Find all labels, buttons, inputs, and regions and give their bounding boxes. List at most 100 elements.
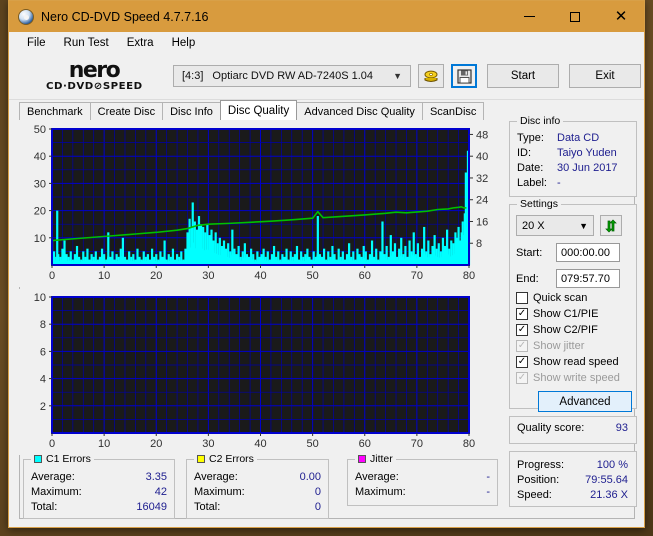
settings-group: Settings 20 X ▼ Start: 000:00.00 End: 07… [509,198,637,412]
speed-row-status: Speed: 21.36 X [510,488,636,503]
refresh-arrows-icon [605,219,617,232]
show-jitter-label: Show jitter [533,340,585,352]
eject-disc-icon [424,70,438,82]
save-button[interactable] [451,64,477,88]
menu-item-extra[interactable]: Extra [118,35,163,51]
minimize-button[interactable] [506,1,552,32]
show-c2-pif-checkbox[interactable]: ✓ Show C2/PIF [516,324,630,336]
c2-errors-group: C2 Errors Average: 0.00 Maximum: 0 Total: 0 [186,453,329,519]
drive-select[interactable]: [4:3] Optiarc DVD RW AD-7240S 1.04 ▼ [173,65,411,87]
tab-benchmark[interactable]: Benchmark [19,102,91,120]
svg-text:10: 10 [98,270,110,282]
svg-text:70: 70 [411,438,423,450]
close-button[interactable]: ✕ [598,1,644,32]
tab-create-disc[interactable]: Create Disc [89,102,164,120]
c2-total-label: Total: [194,501,221,513]
logo-subtitle: CD·DVD⊘SPEED [45,80,143,92]
c1-color-swatch [34,455,42,463]
start-field-row: Start: 000:00.00 [516,243,630,262]
start-button[interactable]: Start [487,64,559,88]
start-input[interactable]: 000:00.00 [556,243,620,262]
desktop-background: Nero CD-DVD Speed 4.7.7.16 ✕ File Run Te… [0,0,653,536]
disc-label-value: - [557,177,561,189]
svg-text:40: 40 [254,270,266,282]
svg-text:80: 80 [463,270,475,282]
logo-wordmark: nero [68,57,121,83]
c1-total-row: Total: 16049 [24,500,174,515]
menu-item-file[interactable]: File [18,35,55,51]
c2-errors-title: C2 Errors [194,453,257,465]
show-read-speed-checkbox[interactable]: ✓ Show read speed [516,356,630,368]
svg-text:16: 16 [476,216,488,228]
svg-text:40: 40 [476,151,488,163]
c2-errors-plot: 0 10 20 30 40 50 60 70 80 2 4 6 8 10 [34,292,475,450]
svg-text:8: 8 [40,319,46,331]
floppy-save-icon [456,68,472,84]
checkbox-checked-icon: ✓ [516,356,528,368]
svg-text:40: 40 [254,438,266,450]
speed-select[interactable]: 20 X ▼ [516,215,594,236]
tab-disc-quality[interactable]: Disc Quality [219,100,298,120]
checkbox-checked-icon: ✓ [516,324,528,336]
svg-text:0: 0 [49,270,55,282]
c2-color-swatch [197,455,205,463]
checkbox-checked-disabled-icon: ✓ [516,372,528,384]
c1-errors-plot: 0 10 20 30 40 50 60 70 80 10 20 30 40 50 8 16 24 32 40 48 [34,124,489,282]
c1-errors-label: C1 Errors [46,453,91,465]
svg-text:60: 60 [359,270,371,282]
maximize-button[interactable] [552,1,598,32]
svg-text:20: 20 [150,438,162,450]
jitter-maximum-row: Maximum: - [348,485,497,500]
tab-scandisc[interactable]: ScanDisc [421,102,485,120]
disc-date-row: Date: 30 Jun 2017 [510,161,636,176]
c1-maximum-label: Maximum: [31,486,82,498]
svg-text:8: 8 [476,238,482,250]
toolbar: nero CD·DVD⊘SPEED [4:3] Optiarc DVD RW A… [9,53,644,100]
speed-value: 20 X [522,219,545,232]
show-c2-pif-label: Show C2/PIF [533,324,598,336]
c1-average-row: Average: 3.35 [24,470,174,485]
svg-text:30: 30 [202,270,214,282]
c2-maximum-value: 0 [314,486,321,498]
jitter-average-label: Average: [355,471,399,483]
position-label: Position: [517,474,560,486]
svg-text:50: 50 [34,124,46,136]
chevron-down-icon: ▼ [579,220,588,231]
quick-scan-checkbox[interactable]: Quick scan [516,292,630,304]
drive-bracket: [4:3] [182,70,204,82]
show-write-speed-checkbox: ✓ Show write speed [516,372,630,384]
svg-text:32: 32 [476,173,488,185]
menu-item-run-test[interactable]: Run Test [55,35,118,51]
disc-info-group: Disc info Type: Data CD ID: Taiyo Yuden Da… [509,115,637,197]
progress-value: 100 % [596,459,628,471]
quality-score-group: Quality score: 93 [509,416,637,444]
show-c1-pie-checkbox[interactable]: ✓ Show C1/PIE [516,308,630,320]
quality-score-label: Quality score: [517,422,585,434]
error-statistics: C1 Errors Average: 3.35 Maximum: 42 Total:… [18,453,505,521]
speed-row: 20 X ▼ [516,215,630,236]
svg-text:60: 60 [359,438,371,450]
drive-name: Optiarc DVD RW AD-7240S 1.04 [212,70,373,82]
exit-button[interactable]: Exit [569,64,641,88]
menu-item-help[interactable]: Help [163,35,205,51]
refresh-button[interactable] [600,215,622,236]
end-input[interactable]: 079:57.70 [556,269,620,288]
c1-errors-chart: 0 10 20 30 40 50 60 70 80 10 20 30 40 50 8 16 24 32 40 48 [18,121,505,287]
progress-label: Progress: [517,459,565,471]
c2-average-value: 0.00 [299,471,321,483]
tab-disc-info[interactable]: Disc Info [162,102,221,120]
nero-disc-icon [18,8,34,25]
eject-button[interactable] [418,64,444,88]
svg-text:4: 4 [40,374,46,386]
close-icon: ✕ [614,7,628,25]
advanced-button[interactable]: Advanced [538,391,632,412]
c2-total-row: Total: 0 [187,500,328,515]
window-title: Nero CD-DVD Speed 4.7.7.16 [41,9,209,24]
nero-logo: nero CD·DVD⊘SPEED [29,57,159,92]
quick-scan-label: Quick scan [533,292,588,304]
charts-area: 0 10 20 30 40 50 60 70 80 10 20 30 40 50 8 16 24 32 40 48 0… [18,121,505,521]
c2-maximum-row: Maximum: 0 [187,485,328,500]
tab-advanced-disc-quality[interactable]: Advanced Disc Quality [296,102,423,120]
position-value: 79:55.64 [585,474,628,486]
svg-text:30: 30 [34,178,46,190]
